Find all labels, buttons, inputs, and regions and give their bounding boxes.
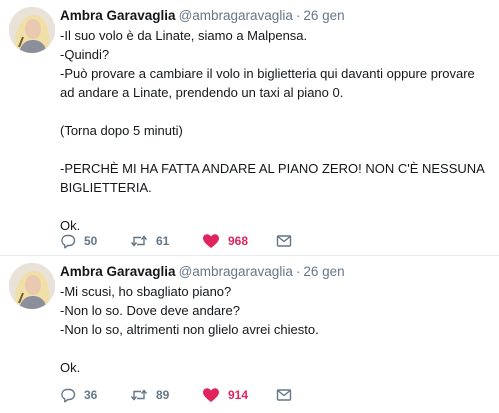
reply-icon <box>61 234 76 249</box>
envelope-icon <box>276 235 292 247</box>
reply-button[interactable]: 36 <box>60 386 97 404</box>
tweet-header: Ambra Garavaglia @ambragaravaglia · 26 gen <box>60 8 345 23</box>
retweet-count: 61 <box>156 234 170 248</box>
direct-message-button[interactable] <box>276 386 292 404</box>
author-name[interactable]: Ambra Garavaglia <box>60 8 176 23</box>
reply-icon <box>61 388 76 403</box>
tweet-line: (Torna dopo 5 minuti) <box>60 123 183 138</box>
direct-message-button[interactable] <box>276 232 292 250</box>
tweet-text: -Il suo volo è da Linate, siamo a Malpen… <box>60 26 492 235</box>
like-button[interactable]: 914 <box>202 386 248 404</box>
author-handle[interactable]: @ambragaravaglia <box>179 264 293 279</box>
retweet-icon <box>130 389 148 401</box>
heart-icon <box>203 234 219 248</box>
tweet-line: -Il suo volo è da Linate, siamo a Malpen… <box>60 28 308 43</box>
like-button[interactable]: 968 <box>202 232 248 250</box>
tweet[interactable]: Ambra Garavaglia @ambragaravaglia · 26 gen … <box>0 0 499 255</box>
separator-dot: · <box>295 264 301 279</box>
tweet-line <box>60 102 492 121</box>
retweet-button[interactable]: 61 <box>130 232 169 250</box>
like-count: 914 <box>228 388 249 402</box>
envelope-icon <box>276 389 292 401</box>
retweet-icon <box>130 235 148 247</box>
author-handle[interactable]: @ambragaravaglia <box>179 8 293 23</box>
heart-icon <box>203 388 219 402</box>
tweet[interactable]: Ambra Garavaglia @ambragaravaglia · 26 gen … <box>0 256 499 413</box>
tweet-time[interactable]: 26 gen <box>303 264 344 279</box>
avatar-photo <box>9 7 55 53</box>
tweet-time[interactable]: 26 gen <box>303 8 344 23</box>
retweet-button[interactable]: 89 <box>130 386 169 404</box>
tweet-line: -Non lo so, altrimenti non glielo avrei … <box>60 322 319 337</box>
avatar[interactable] <box>9 7 55 53</box>
tweet-line: -Non lo so. Dove deve andare? <box>60 303 240 318</box>
retweet-count: 89 <box>156 388 170 402</box>
reply-button[interactable]: 50 <box>60 232 97 250</box>
separator-dot: · <box>295 8 301 23</box>
tweet-line: Ok. <box>60 360 81 375</box>
tweet-header: Ambra Garavaglia @ambragaravaglia · 26 gen <box>60 264 345 279</box>
tweet-line: -Mi scusi, ho sbagliato piano? <box>60 284 232 299</box>
tweet-line <box>60 140 492 159</box>
author-name[interactable]: Ambra Garavaglia <box>60 264 176 279</box>
avatar[interactable] <box>9 263 55 309</box>
reply-count: 36 <box>84 388 98 402</box>
tweet-line <box>60 197 492 216</box>
avatar-photo <box>9 263 55 309</box>
tweet-text: -Mi scusi, ho sbagliato piano? -Non lo s… <box>60 282 492 377</box>
tweet-line: -PERCHÈ MI HA FATTA ANDARE AL PIANO ZERO… <box>60 161 488 195</box>
tweet-line <box>60 339 492 358</box>
like-count: 968 <box>228 234 249 248</box>
tweet-line: -Quindi? <box>60 47 110 62</box>
reply-count: 50 <box>84 234 98 248</box>
tweet-line: -Può provare a cambiare il volo in bigli… <box>60 66 479 100</box>
